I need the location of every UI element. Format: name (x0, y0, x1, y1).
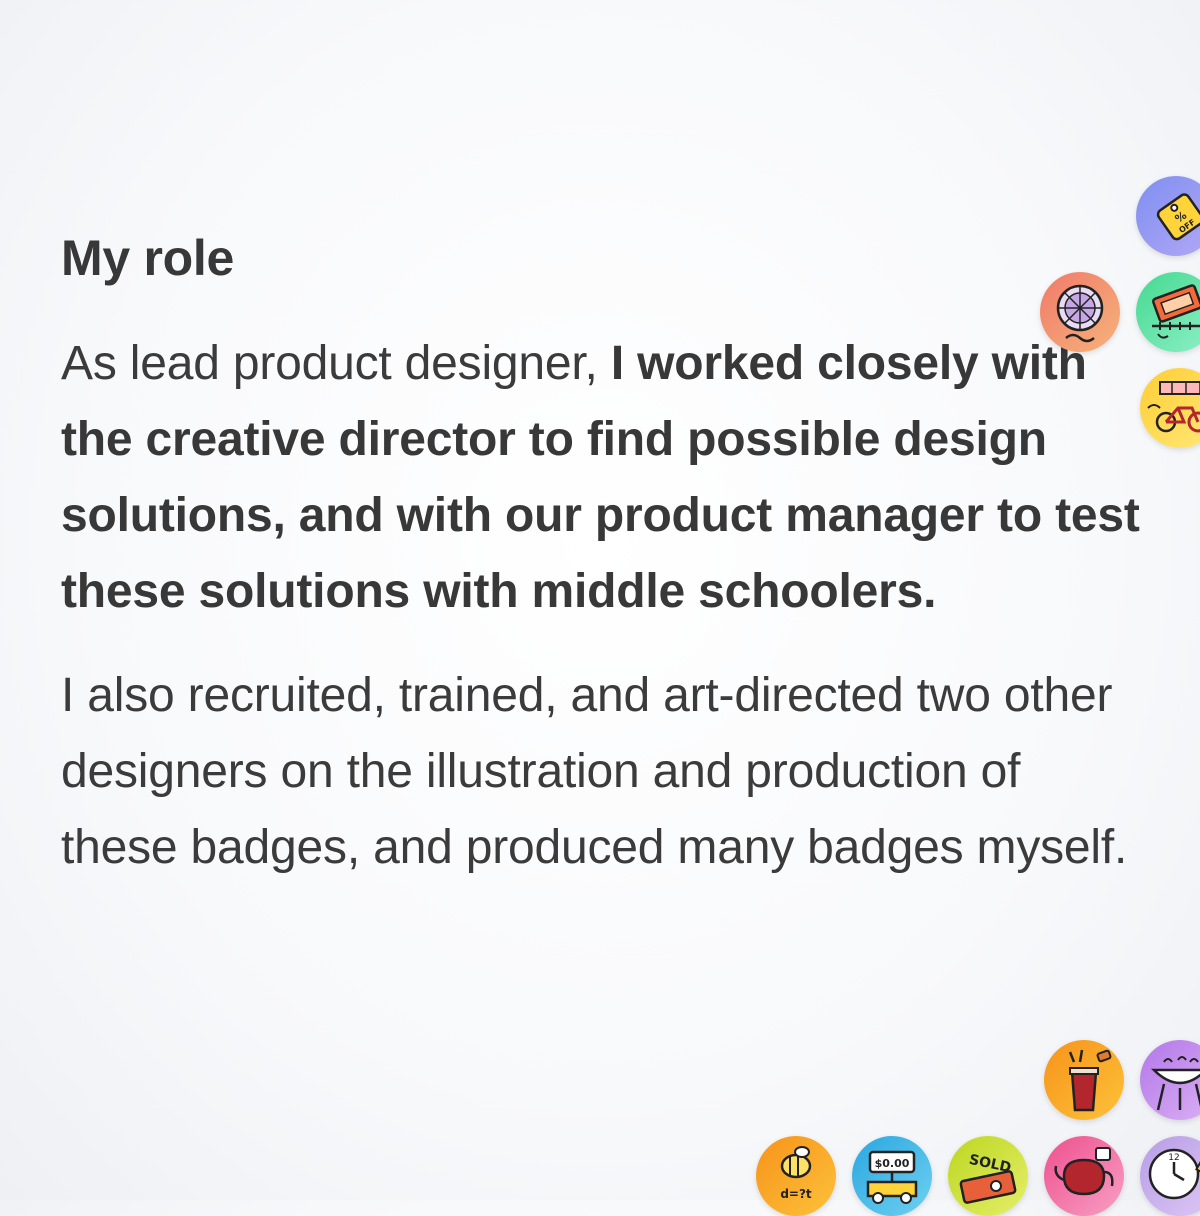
section-heading: My role (61, 230, 234, 286)
bicycle-icon (1147, 381, 1200, 433)
grill-icon (1150, 1056, 1200, 1111)
price-sign-badge: $0.00 (852, 1136, 932, 1216)
sold-badge: SOLD (948, 1136, 1028, 1216)
discount-tag-icon: % OFF (1156, 193, 1200, 241)
bee-badge: d=?t (756, 1136, 836, 1216)
discount-tag-badge: % OFF (1136, 176, 1200, 256)
spinner-wheel-icon (1056, 284, 1104, 343)
role-section: My role As lead product designer, I work… (61, 228, 1141, 886)
bee-icon: d=?t (780, 1146, 812, 1201)
teapot-icon (1054, 1147, 1114, 1196)
role-paragraph: As lead product designer, I worked close… (61, 326, 1141, 630)
role-paragraph-intro: As lead product designer, (61, 337, 611, 390)
svg-text:12: 12 (1168, 1153, 1179, 1163)
drink-cup-badge (1044, 1040, 1124, 1120)
svg-text:$0.00: $0.00 (875, 1157, 910, 1170)
clock-badge: 12 (1140, 1136, 1200, 1216)
bicycle-badge (1140, 368, 1200, 448)
grill-badge (1140, 1040, 1200, 1120)
svg-text:d=?t: d=?t (780, 1187, 812, 1201)
sold-sign-icon: SOLD (959, 1152, 1017, 1204)
team-paragraph: I also recruited, trained, and art-direc… (61, 669, 1128, 874)
drink-cup-icon (1068, 1049, 1112, 1112)
ticket-badge (1136, 272, 1200, 352)
ticket-icon (1152, 284, 1200, 339)
teapot-badge (1044, 1136, 1124, 1216)
clock-icon: 12 (1148, 1148, 1200, 1200)
spinner-wheel-badge (1040, 272, 1120, 352)
price-sign-icon: $0.00 (866, 1150, 918, 1204)
